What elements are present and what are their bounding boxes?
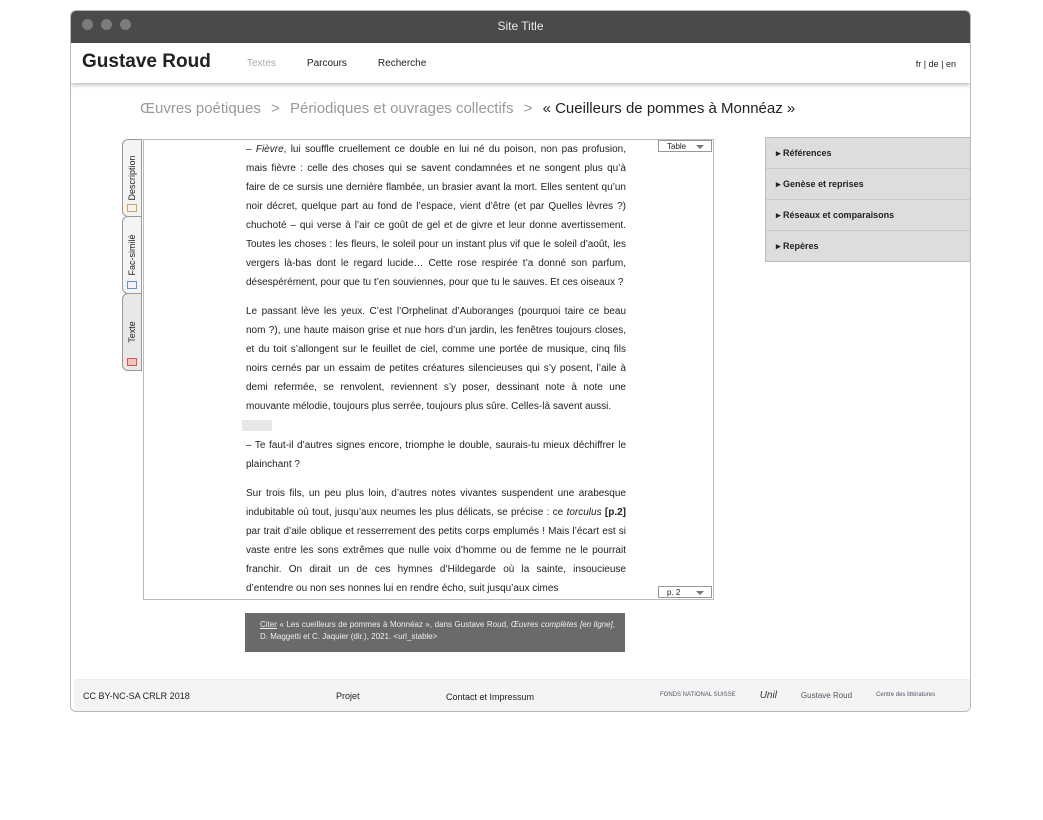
chevron-down-icon <box>696 145 704 149</box>
text-panel[interactable]: Table p. 2 – Fièvre, lui souffle cruelle… <box>143 139 714 600</box>
tab-description-label: Description <box>127 155 137 201</box>
page-select[interactable]: p. 2 <box>658 586 712 598</box>
text-paragraph: – Te faut-il d’autres signes encore, tri… <box>246 440 626 470</box>
sidebar-item-label: Réseaux et comparaisons <box>783 210 895 220</box>
sidebar-item-genese[interactable]: ▸ Genèse et reprises <box>766 169 970 200</box>
title-bar: Site Title <box>71 11 970 43</box>
sidebar: ▸ Références ▸ Genèse et reprises ▸ Rése… <box>765 137 970 262</box>
partner-logos: FONDS NATIONAL SUISSE Unil Gustave Roud … <box>660 685 935 705</box>
browser-window: Site Title Gustave Roud Textes Parcours … <box>70 10 971 712</box>
nav-item-parcours[interactable]: Parcours <box>307 58 347 69</box>
tab-texte-label: Texte <box>127 321 137 343</box>
sidebar-item-references[interactable]: ▸ Références <box>766 138 970 169</box>
main-nav: Textes Parcours Recherche <box>247 58 426 69</box>
sidebar-item-reperes[interactable]: ▸ Repères <box>766 231 970 261</box>
citation-box: Citer « Les cueilleurs de pommes à Monné… <box>245 613 625 652</box>
license-text: CC BY-NC-SA CRLR 2018 <box>83 691 190 701</box>
language-switcher[interactable]: fr | de | en <box>916 59 956 69</box>
sidebar-item-reseaux[interactable]: ▸ Réseaux et comparaisons <box>766 200 970 231</box>
chevron-down-icon <box>696 591 704 595</box>
breadcrumb-item-oeuvres[interactable]: Œuvres poétiques <box>140 100 261 117</box>
envelope-icon <box>127 204 137 212</box>
italic-word: torculus <box>566 507 602 518</box>
tab-description[interactable]: Description <box>122 139 142 217</box>
tab-facsimile[interactable]: Fac-similé <box>122 216 142 294</box>
tab-facsimile-label: Fac-similé <box>127 234 137 276</box>
sidebar-item-label: Références <box>783 148 832 158</box>
site-header: Gustave Roud Textes Parcours Recherche f… <box>71 43 970 83</box>
italic-word: Fièvre <box>255 144 284 155</box>
sidebar-item-label: Repères <box>783 241 819 251</box>
unil-logo[interactable]: Unil <box>760 690 777 700</box>
breadcrumb-current: « Cueilleurs de pommes à Monnéaz » <box>542 100 796 117</box>
footer-link-projet[interactable]: Projet <box>336 691 360 701</box>
text-paragraph: – Fièvre, lui souffle cruellement ce dou… <box>246 144 626 288</box>
cite-link[interactable]: Citer <box>260 620 277 629</box>
sidebar-item-label: Genèse et reprises <box>783 179 864 189</box>
table-select[interactable]: Table <box>658 140 712 152</box>
breadcrumb-item-periodiques[interactable]: Périodiques et ouvrages collectifs <box>290 100 513 117</box>
paragraph-text: , lui souffle cruellement ce double en l… <box>246 144 626 288</box>
site-footer: CC BY-NC-SA CRLR 2018 Projet Contact et … <box>74 679 970 711</box>
poem-text: – Fièvre, lui souffle cruellement ce dou… <box>242 140 626 599</box>
breadcrumb: Œuvres poétiques > Périodiques et ouvrag… <box>140 100 795 117</box>
view-tabs: Description Fac-similé Texte <box>122 139 142 371</box>
breadcrumb-separator: > <box>271 100 280 117</box>
text-paragraph: Le passant lève les yeux. C’est l’Orphel… <box>246 306 626 412</box>
tab-texte[interactable]: Texte <box>122 293 142 371</box>
gustave-roud-logo[interactable]: Gustave Roud <box>801 691 852 699</box>
footer-link-contact[interactable]: Contact et Impressum <box>446 692 534 702</box>
page-select-value: p. 2 <box>667 588 681 597</box>
nav-item-textes[interactable]: Textes <box>247 58 276 69</box>
window-title: Site Title <box>497 19 544 33</box>
fns-logo[interactable]: FONDS NATIONAL SUISSE <box>660 692 736 699</box>
envelope-icon <box>127 358 137 366</box>
text-gap-marker <box>242 420 272 431</box>
citation-italic: Œuvres complètes [en ligne] <box>510 620 613 629</box>
text-paragraph: Sur trois fils, un peu plus loin, d’autr… <box>246 484 626 598</box>
site-name[interactable]: Gustave Roud <box>82 51 211 73</box>
table-select-value: Table <box>667 142 687 151</box>
breadcrumb-separator: > <box>523 100 533 117</box>
citation-text: « Les cueilleurs de pommes à Monnéaz », … <box>279 620 511 629</box>
page-marker: [p.2] <box>604 507 627 518</box>
envelope-icon <box>127 281 137 289</box>
paragraph-text: par trait d’aile oblique et resserrement… <box>246 526 626 594</box>
nav-item-recherche[interactable]: Recherche <box>378 58 426 69</box>
centre-litteratures-logo[interactable]: Centre des littératures <box>876 692 935 699</box>
